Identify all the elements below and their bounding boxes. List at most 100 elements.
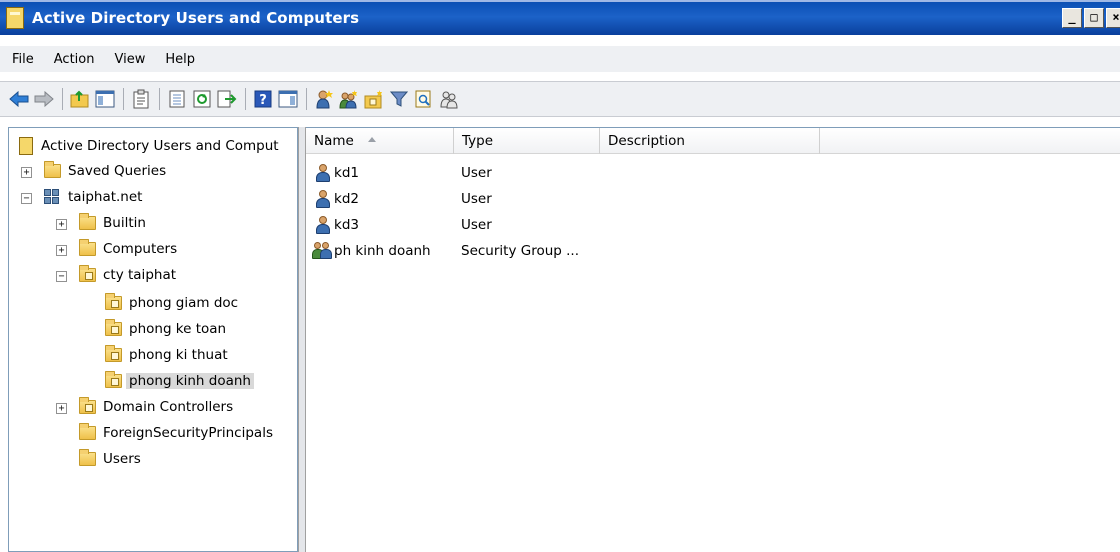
sort-ascending-icon — [367, 136, 376, 142]
folder-icon — [79, 239, 96, 256]
cell-name: ph kinh doanh — [334, 243, 431, 259]
cell-name: kd1 — [334, 165, 359, 181]
column-header-label: Name — [314, 133, 354, 149]
export-icon[interactable] — [216, 88, 238, 110]
folder-icon — [44, 161, 61, 178]
menu-help[interactable]: Help — [155, 52, 205, 67]
list-item[interactable]: kd1 User — [306, 161, 1120, 185]
list-item[interactable]: kd2 User — [306, 187, 1120, 211]
new-user-icon[interactable] — [313, 88, 335, 110]
column-header-label: Description — [608, 133, 685, 149]
window-title: Active Directory Users and Computers — [32, 9, 360, 27]
tree-root[interactable]: Active Directory Users and Comput — [19, 136, 279, 156]
expand-icon[interactable]: + — [21, 167, 32, 178]
tree-item-computers[interactable]: Computers — [79, 239, 177, 259]
cell-type: User — [461, 165, 492, 181]
properties-icon[interactable] — [130, 88, 152, 110]
list-header: Name Type Description — [306, 128, 1120, 154]
tree-item-label-selected: phong kinh doanh — [126, 373, 254, 389]
cell-name: kd3 — [334, 217, 359, 233]
tree-item-label: Saved Queries — [68, 163, 167, 179]
tree-item-phong-ki-thuat[interactable]: phong ki thuat — [105, 345, 228, 365]
cell-name: kd2 — [334, 191, 359, 207]
tree-item-label: Domain Controllers — [103, 399, 234, 415]
tree-item-phong-kinh-doanh[interactable]: phong kinh doanh — [105, 371, 254, 391]
ou-folder-icon — [105, 319, 122, 336]
forward-icon[interactable] — [33, 88, 55, 110]
tree-item-foreign-security-principals[interactable]: ForeignSecurityPrincipals — [79, 423, 273, 443]
toolbar: ? — [0, 81, 1120, 117]
user-icon — [316, 190, 330, 208]
toolbar-separator — [306, 88, 307, 110]
menu-file[interactable]: File — [0, 52, 44, 67]
ou-folder-icon — [79, 265, 96, 282]
folder-icon — [79, 423, 96, 440]
tree-item-cty-taiphat[interactable]: cty taiphat — [79, 265, 176, 285]
tree-item-label: phong ke toan — [129, 321, 227, 337]
close-button[interactable]: × — [1106, 8, 1120, 28]
up-folder-icon[interactable] — [69, 88, 91, 110]
filter-icon[interactable] — [388, 88, 410, 110]
expand-icon[interactable]: + — [56, 219, 67, 230]
tree-item-domain[interactable]: taiphat.net — [44, 187, 142, 207]
add-to-group-icon[interactable] — [438, 88, 460, 110]
tree-item-label: Users — [103, 451, 141, 467]
toolbar-separator — [62, 88, 63, 110]
column-header-type[interactable]: Type — [454, 128, 600, 154]
toolbar-separator — [123, 88, 124, 110]
user-icon — [316, 164, 330, 182]
tree-item-label: phong ki thuat — [129, 347, 228, 363]
tree-item-label: phong giam doc — [129, 295, 239, 311]
cell-type: Security Group ... — [461, 243, 579, 259]
title-bar[interactable]: Active Directory Users and Computers _ □… — [0, 0, 1120, 35]
app-icon — [6, 7, 24, 29]
tree-item-users[interactable]: Users — [79, 449, 141, 469]
maximize-button[interactable]: □ — [1084, 8, 1104, 28]
cell-type: User — [461, 191, 492, 207]
column-header-name[interactable]: Name — [306, 128, 454, 154]
expand-icon[interactable]: + — [56, 403, 67, 414]
folder-icon — [79, 213, 96, 230]
collapse-icon[interactable]: − — [21, 193, 32, 204]
back-icon[interactable] — [8, 88, 30, 110]
tree-item-saved-queries[interactable]: Saved Queries — [44, 161, 166, 181]
export-list-icon[interactable] — [166, 88, 188, 110]
snapin-icon — [19, 137, 33, 155]
toolbar-separator — [159, 88, 160, 110]
tree-root-label: Active Directory Users and Comput — [41, 138, 279, 154]
menu-view[interactable]: View — [104, 52, 155, 67]
expand-icon[interactable]: + — [56, 245, 67, 256]
refresh-icon[interactable] — [191, 88, 213, 110]
tree-item-phong-ke-toan[interactable]: phong ke toan — [105, 319, 226, 339]
tree-item-builtin[interactable]: Builtin — [79, 213, 146, 233]
tree-item-phong-giam-doc[interactable]: phong giam doc — [105, 293, 238, 313]
find-icon[interactable] — [413, 88, 435, 110]
tree-item-label: Builtin — [103, 215, 146, 231]
collapse-icon[interactable]: − — [56, 271, 67, 282]
help-icon[interactable]: ? — [252, 88, 274, 110]
new-ou-icon[interactable] — [363, 88, 385, 110]
list-item[interactable]: ph kinh doanh Security Group ... — [306, 239, 1120, 263]
show-hide-console-tree-icon[interactable] — [94, 88, 116, 110]
menu-bar: File Action View Help — [0, 46, 1120, 72]
ou-folder-icon — [105, 371, 122, 388]
svg-text:?: ? — [259, 93, 267, 108]
menu-action[interactable]: Action — [44, 52, 105, 67]
list-item[interactable]: kd3 User — [306, 213, 1120, 237]
show-action-pane-icon[interactable] — [277, 88, 299, 110]
tree-item-domain-controllers[interactable]: Domain Controllers — [79, 397, 233, 417]
folder-icon — [79, 449, 96, 466]
user-icon — [316, 216, 330, 234]
minimize-button[interactable]: _ — [1062, 8, 1082, 28]
tree-item-label: Computers — [103, 241, 178, 257]
console-tree[interactable]: Active Directory Users and Comput + Save… — [8, 127, 298, 552]
details-list[interactable]: Name Type Description kd1 User kd2 User … — [306, 127, 1120, 552]
domain-icon — [44, 189, 61, 205]
new-group-icon[interactable] — [338, 88, 360, 110]
pane-splitter[interactable] — [298, 127, 306, 552]
column-header-label: Type — [462, 133, 494, 149]
cell-type: User — [461, 217, 492, 233]
tree-item-label: ForeignSecurityPrincipals — [103, 425, 273, 441]
tree-item-label: taiphat.net — [68, 189, 143, 205]
column-header-description[interactable]: Description — [600, 128, 820, 154]
